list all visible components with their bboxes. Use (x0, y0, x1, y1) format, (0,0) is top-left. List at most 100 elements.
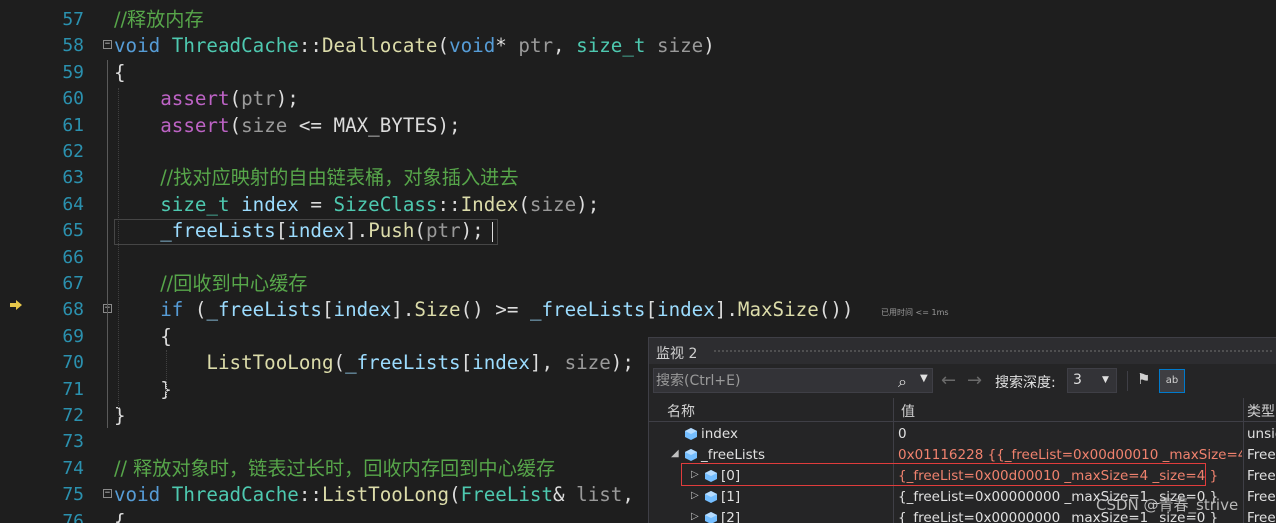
fold-toggle-icon[interactable]: − (103, 40, 112, 50)
watch-title-bar[interactable]: 监视 2 (649, 338, 1276, 364)
code-text[interactable]: void ThreadCache::Deallocate(void* ptr, … (114, 35, 715, 57)
code-token: Index (460, 192, 519, 216)
code-text[interactable]: if (_freeLists[index].Size() >= _freeLis… (114, 299, 853, 321)
code-token: ); (275, 87, 299, 111)
code-token: ptr (518, 34, 554, 58)
line-number: 61 (62, 114, 84, 136)
line-number: 74 (62, 457, 84, 479)
code-token: { (114, 324, 172, 348)
watch-row[interactable]: index 0 unsigned int (649, 424, 1276, 445)
collapse-arrow-icon[interactable]: ◢ (671, 448, 679, 459)
hex-display-icon[interactable]: ab (1159, 369, 1185, 393)
code-text[interactable]: void ThreadCache::ListTooLong(FreeList& … (114, 484, 634, 506)
line-number: 59 (62, 61, 84, 83)
code-token: Deallocate (321, 34, 438, 58)
code-token: ( (229, 113, 242, 137)
perf-tip: 已用时间 <= 1ms (881, 308, 949, 317)
code-text[interactable]: { (114, 324, 172, 348)
line-number: 69 (62, 325, 84, 347)
code-token: void (114, 34, 161, 58)
line-number: 68 (62, 299, 84, 321)
code-token: ) (703, 34, 715, 58)
current-line-highlight (114, 219, 498, 245)
column-name[interactable]: 名称 (667, 401, 695, 421)
code-line[interactable]: 67 //回收到中心缓存 (0, 271, 1276, 297)
code-text[interactable]: assert(ptr); (114, 88, 299, 110)
code-line[interactable]: 62 (0, 139, 1276, 165)
watch-search-input[interactable] (656, 371, 892, 390)
annotation-highlight-box (681, 463, 1206, 486)
code-text[interactable]: { (114, 510, 126, 523)
fold-toggle-icon[interactable]: − (103, 489, 112, 499)
code-token: ); (610, 351, 634, 375)
code-text[interactable]: //释放内存 (114, 9, 204, 31)
column-value[interactable]: 值 (901, 401, 915, 421)
code-token: * (495, 34, 519, 58)
code-token: void (114, 483, 161, 507)
variable-cube-icon (685, 428, 697, 440)
code-token: { (114, 60, 126, 84)
arrow-right-icon[interactable]: → (967, 370, 982, 391)
code-token: FreeList (460, 483, 554, 507)
chevron-down-icon[interactable]: ▼ (920, 373, 928, 384)
title-grip[interactable] (713, 349, 1273, 354)
code-token: //回收到中心缓存 (160, 272, 308, 295)
expand-arrow-icon[interactable]: ▷ (691, 490, 699, 501)
watch-value[interactable]: 0 (898, 426, 1242, 442)
code-line[interactable]: 66 (0, 245, 1276, 271)
line-number: 65 (62, 220, 84, 242)
variable-cube-icon (685, 449, 697, 461)
code-token: ]. (714, 298, 738, 322)
code-line[interactable]: 61 assert(size <= MAX_BYTES); (0, 113, 1276, 139)
code-text[interactable]: // 释放对象时，链表过长时，回收内存回到中心缓存 (114, 457, 555, 480)
watch-name[interactable]: [2] (721, 510, 740, 523)
code-token: Size (414, 298, 461, 322)
search-depth-select[interactable]: 3 ▼ (1067, 368, 1117, 393)
code-token: ()) (818, 298, 854, 322)
code-token: , (553, 34, 577, 58)
code-token: , (622, 483, 634, 507)
search-icon[interactable]: ⌕ (898, 372, 907, 392)
code-text[interactable]: //找对应映射的自由链表桶，对象插入进去 (114, 167, 518, 189)
watch-name[interactable]: [1] (721, 489, 740, 505)
code-token: ( (449, 483, 461, 507)
column-type[interactable]: 类型 (1247, 401, 1275, 421)
watch-name[interactable]: index (701, 426, 738, 442)
code-line[interactable]: 63 //找对应映射的自由链表桶，对象插入进去 (0, 165, 1276, 191)
watch-value[interactable]: 0x01116228 {{_freeList=0x00d00010 _maxSi… (898, 447, 1242, 463)
expand-arrow-icon[interactable]: ▷ (691, 511, 699, 522)
code-text[interactable]: assert(size <= MAX_BYTES); (114, 113, 460, 137)
code-text[interactable]: { (114, 60, 126, 84)
line-number: 57 (62, 9, 84, 30)
code-token: [ (645, 298, 658, 322)
indent-guide-nested (166, 350, 167, 396)
pin-icon[interactable]: ⚑ (1137, 370, 1155, 388)
watch-name[interactable]: _freeLists (701, 447, 765, 463)
code-token: index (241, 192, 299, 216)
code-text[interactable]: } (114, 405, 126, 427)
toolbar-separator (1127, 371, 1128, 391)
code-line[interactable]: 64 size_t index = SizeClass::Index(size)… (0, 192, 1276, 218)
code-token: index (472, 351, 530, 375)
code-line[interactable]: 59 { (0, 60, 1276, 86)
code-text[interactable]: ListTooLong(_freeLists[index], size); (114, 351, 634, 375)
code-text[interactable]: size_t index = SizeClass::Index(size); (114, 192, 599, 216)
code-line[interactable]: 68− if (_freeLists[index].Size() >= _fre… (0, 297, 1276, 323)
code-token: _freeLists (529, 298, 646, 322)
watermark: CSDN @青春_strive (1096, 496, 1239, 514)
code-line[interactable]: 58− void ThreadCache::Deallocate(void* pt… (0, 33, 1276, 59)
arrow-left-icon[interactable]: ← (941, 370, 956, 391)
code-token: :: (298, 483, 322, 507)
code-token: if (160, 298, 184, 322)
code-token: ( (183, 298, 207, 322)
code-text[interactable]: //回收到中心缓存 (114, 273, 307, 295)
code-text[interactable]: } (114, 378, 172, 401)
watch-type: FreeList (1247, 468, 1276, 484)
watch-search-box[interactable]: ⌕ ▼ (653, 368, 933, 393)
code-line[interactable]: 57 //释放内存 (0, 7, 1276, 33)
line-number: 66 (62, 246, 84, 268)
code-line[interactable]: 60 assert(ptr); (0, 86, 1276, 112)
